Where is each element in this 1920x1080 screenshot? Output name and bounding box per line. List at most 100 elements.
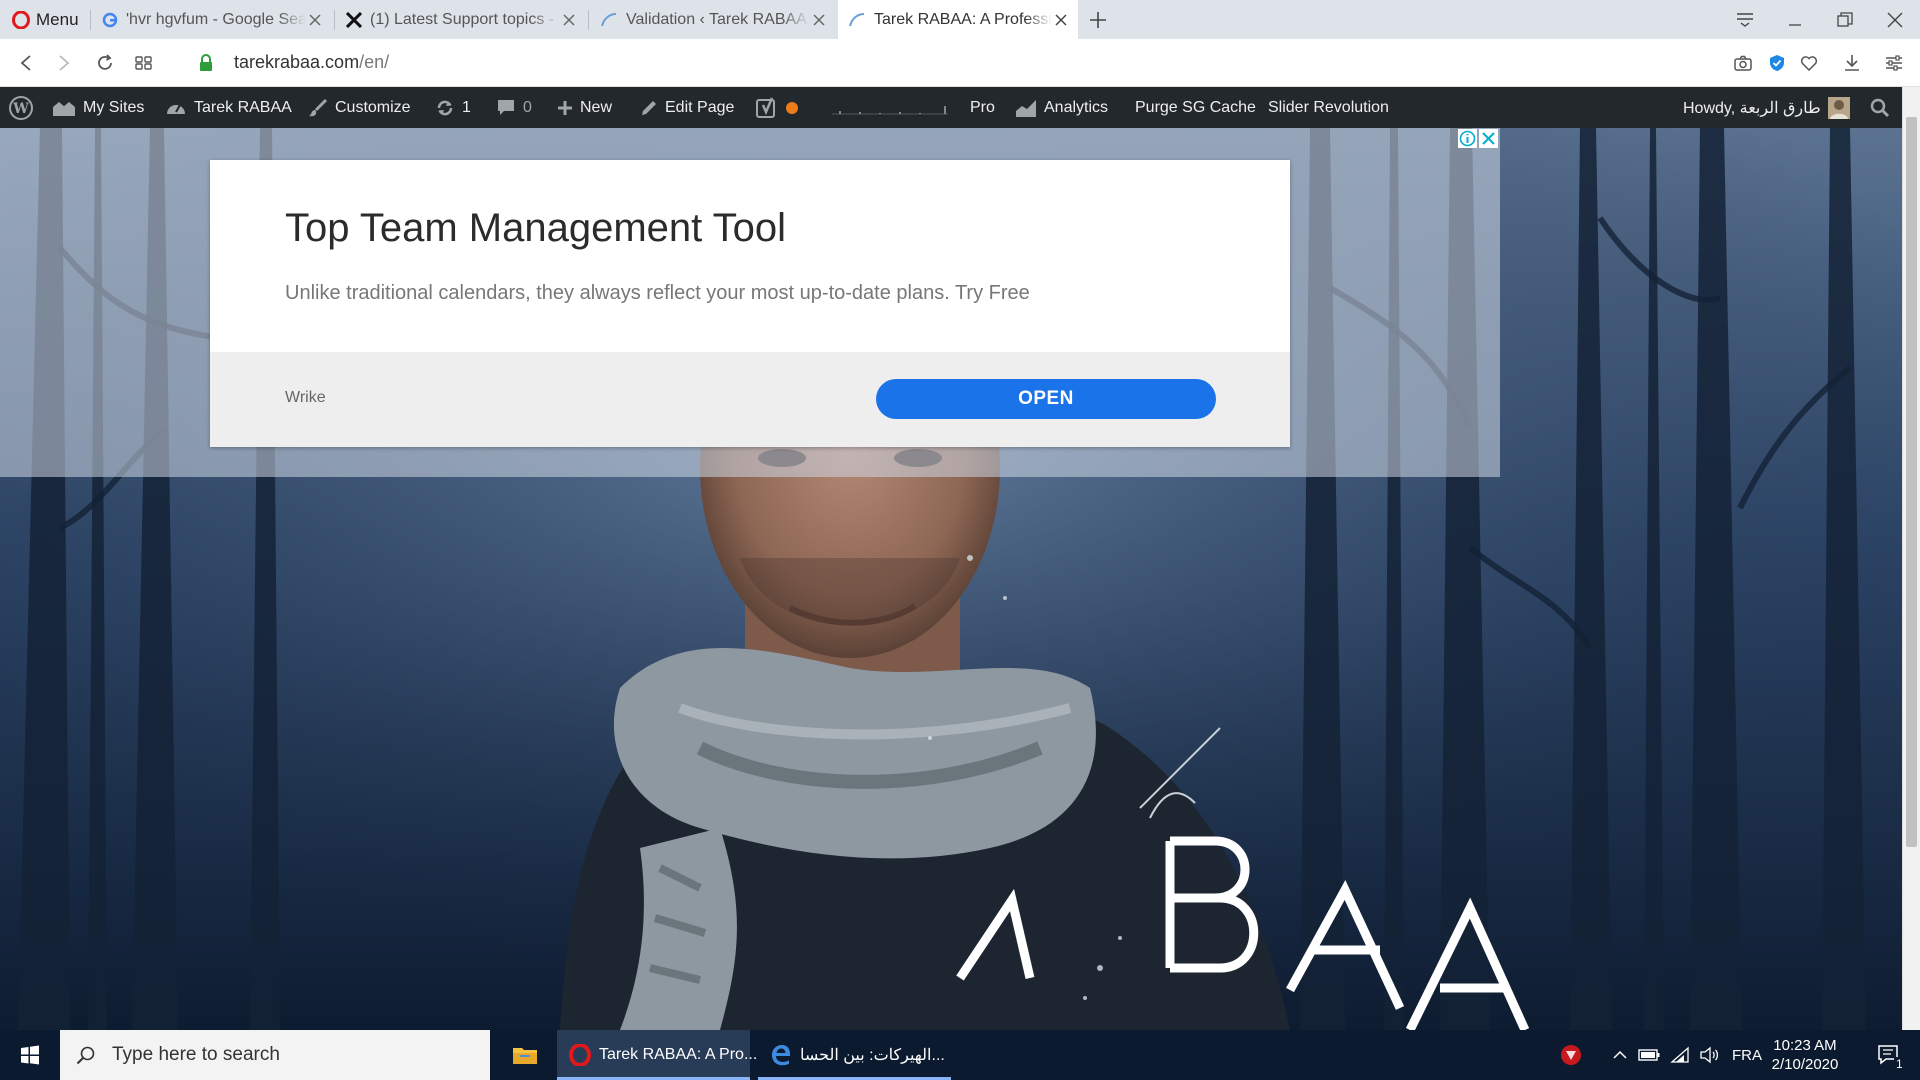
opera-logo-icon <box>569 1044 591 1066</box>
file-explorer-button[interactable] <box>500 1030 550 1080</box>
pro-label: Pro <box>970 98 995 116</box>
action-center-button[interactable]: 1 <box>1864 1030 1914 1080</box>
ad-footer: Wrike OPEN <box>210 352 1290 447</box>
new-label: New <box>580 98 613 116</box>
heart-bookmark-icon[interactable] <box>1797 51 1821 75</box>
restore-button[interactable] <box>1820 0 1870 39</box>
site-favicon-icon <box>848 12 866 28</box>
tab-title: Validation ‹ Tarek RABAA — <box>626 10 810 28</box>
minimize-button[interactable] <box>1770 0 1820 39</box>
pencil-icon <box>640 99 658 117</box>
download-icon[interactable] <box>1840 51 1864 75</box>
yoast-logo-icon <box>756 97 778 119</box>
window-controls <box>1720 0 1920 39</box>
vpn-shield-icon[interactable] <box>1765 51 1789 75</box>
url-field[interactable]: tarekrabaa.com/en/ <box>234 52 389 73</box>
user-avatar <box>1827 96 1850 119</box>
tab-google-search[interactable]: 'hvr hgvfum - Google Search <box>92 0 332 39</box>
plus-icon <box>557 100 573 116</box>
forward-button[interactable] <box>52 51 76 75</box>
tab-close-icon[interactable] <box>306 11 324 29</box>
site-name-menu[interactable]: Tarek RABAA <box>165 87 292 128</box>
taskbar-search-box[interactable]: Type here to search <box>60 1030 490 1080</box>
analytics-label: Analytics <box>1044 98 1109 116</box>
close-window-button[interactable] <box>1870 0 1920 39</box>
folder-icon <box>512 1044 538 1066</box>
purge-cache-label: Purge SG Cache <box>1135 98 1256 116</box>
tab-validation[interactable]: Validation ‹ Tarek RABAA — <box>590 0 836 39</box>
site-favicon-icon <box>600 12 618 28</box>
tab-tarek-rabaa-active[interactable]: Tarek RABAA: A Professional <box>838 0 1078 39</box>
easy-setup-icon[interactable] <box>1882 51 1906 75</box>
admin-search-button[interactable] <box>1870 87 1890 128</box>
x-favicon-icon <box>346 11 362 28</box>
page-scrollbar[interactable] <box>1902 87 1920 1030</box>
edit-page-link[interactable]: Edit Page <box>640 87 734 128</box>
ad-close-icon[interactable] <box>1479 129 1498 149</box>
battery-icon[interactable] <box>1635 1030 1663 1080</box>
taskbar-app-label: الهيركات: بين الحسا... <box>800 1047 945 1064</box>
opera-menu-button[interactable]: Menu <box>0 0 90 39</box>
taskbar-clock[interactable]: 10:23 AM 2/10/2020 <box>1760 1036 1850 1074</box>
paintbrush-icon <box>308 98 328 118</box>
antivirus-tray-icon[interactable] <box>1556 1030 1586 1080</box>
speed-dial-icon[interactable] <box>132 51 156 75</box>
ad-open-button[interactable]: OPEN <box>876 379 1216 419</box>
traffic-sparkline[interactable] <box>830 87 950 128</box>
ad-card[interactable]: Top Team Management Tool Unlike traditio… <box>210 160 1290 447</box>
tab-support-topics[interactable]: (1) Latest Support topics - <box>336 0 586 39</box>
new-content-menu[interactable]: New <box>557 87 612 128</box>
ad-info-icon[interactable] <box>1458 129 1477 149</box>
customize-label: Customize <box>335 98 411 116</box>
taskbar-edge-window[interactable]: الهيركات: بين الحسا... <box>758 1030 951 1080</box>
wordpress-logo-button[interactable]: W <box>8 87 34 128</box>
tab-separator <box>90 10 91 30</box>
start-button[interactable] <box>0 1030 60 1080</box>
reload-icon[interactable] <box>93 51 117 75</box>
svg-text:W: W <box>12 101 29 117</box>
ad-brand-name[interactable]: Wrike <box>285 389 326 407</box>
user-account-menu[interactable]: Howdy, طارق الربعة <box>1683 87 1850 128</box>
show-hidden-icons-chevron-icon[interactable] <box>1608 1030 1632 1080</box>
edit-page-label: Edit Page <box>665 98 735 116</box>
volume-icon[interactable] <box>1696 1030 1724 1080</box>
ad-headline[interactable]: Top Team Management Tool <box>285 206 786 251</box>
tab-close-icon[interactable] <box>1052 11 1070 29</box>
secure-lock-icon[interactable] <box>194 51 218 75</box>
tab-title: Tarek RABAA: A Professional <box>874 10 1052 28</box>
comments-link[interactable]: 0 <box>496 87 532 128</box>
back-button[interactable] <box>14 51 38 75</box>
new-tab-button[interactable] <box>1086 8 1110 32</box>
my-sites-menu[interactable]: My Sites <box>52 87 144 128</box>
tab-menu-icon[interactable] <box>1720 0 1770 39</box>
address-bar: tarekrabaa.com/en/ <box>0 39 1920 87</box>
slider-revolution-link[interactable]: Slider Revolution <box>1268 87 1389 128</box>
tab-close-icon[interactable] <box>810 11 828 29</box>
wp-admin-bar: W My Sites Tarek RABAA Customize 1 0 New… <box>0 87 1902 128</box>
edge-logo-icon <box>770 1044 792 1066</box>
site-name-label: Tarek RABAA <box>194 98 292 116</box>
notification-count-badge: 1 <box>1894 1057 1905 1071</box>
my-sites-icon <box>52 98 76 118</box>
taskbar-opera-window[interactable]: Tarek RABAA: A Pro... <box>557 1030 757 1080</box>
slider-revolution-label: Slider Revolution <box>1268 98 1389 116</box>
customize-link[interactable]: Customize <box>308 87 411 128</box>
ad-description[interactable]: Unlike traditional calendars, they alway… <box>285 282 1030 305</box>
scrollbar-thumb[interactable] <box>1906 117 1917 847</box>
taskbar-app-label: Tarek RABAA: A Pro... <box>599 1046 758 1063</box>
seo-status-dot-icon <box>785 101 799 115</box>
windows-taskbar: Type here to search Tarek RABAA: A Pro..… <box>0 1030 1920 1080</box>
snapshot-camera-icon[interactable] <box>1731 51 1755 75</box>
wifi-icon[interactable] <box>1666 1030 1694 1080</box>
yoast-seo-menu[interactable] <box>756 87 799 128</box>
analytics-link[interactable]: Analytics <box>1015 87 1108 128</box>
tab-close-icon[interactable] <box>560 11 578 29</box>
tab-title: 'hvr hgvfum - Google Search <box>126 10 306 28</box>
dashboard-gauge-icon <box>165 98 187 118</box>
ad-choices <box>1458 129 1498 149</box>
pro-link[interactable]: Pro <box>970 87 995 128</box>
windows-logo-icon <box>20 1045 40 1065</box>
updates-link[interactable]: 1 <box>435 87 471 128</box>
purge-sg-cache-link[interactable]: Purge SG Cache <box>1135 87 1256 128</box>
tab-title: (1) Latest Support topics - <box>370 10 555 28</box>
